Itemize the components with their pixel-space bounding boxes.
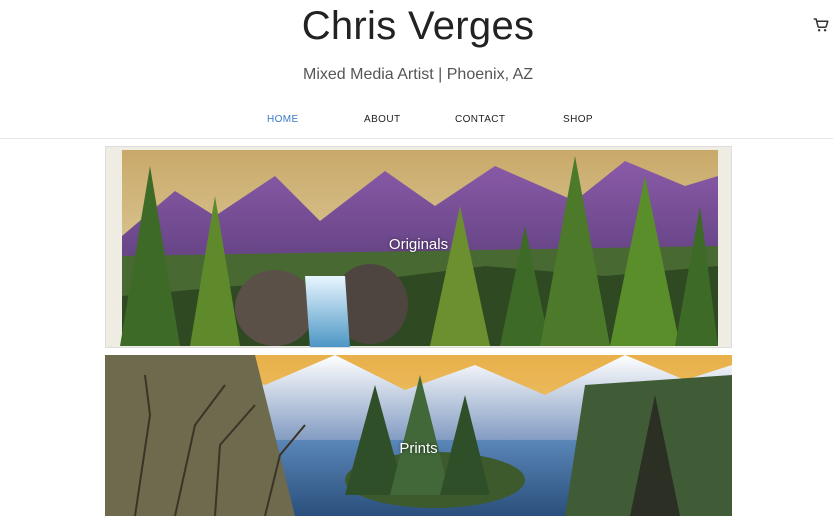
tile-label-prints: Prints — [399, 440, 438, 457]
site-title[interactable]: Chris Verges — [0, 4, 833, 49]
nav-about[interactable]: ABOUT — [364, 114, 400, 125]
prints-painting-image — [105, 355, 732, 516]
gallery-tile-originals[interactable]: Originals — [105, 146, 732, 348]
nav-contact[interactable]: CONTACT — [455, 114, 505, 125]
nav-divider — [0, 138, 833, 139]
nav-shop[interactable]: SHOP — [563, 114, 593, 125]
nav-home[interactable]: HOME — [267, 114, 299, 125]
site-tagline: Mixed Media Artist | Phoenix, AZ — [302, 66, 534, 83]
main-nav: HOME ABOUT CONTACT SHOP — [0, 114, 833, 130]
shopping-cart-icon[interactable] — [812, 16, 830, 34]
tile-label-originals: Originals — [388, 236, 449, 253]
gallery-tile-prints[interactable]: Prints — [105, 355, 732, 516]
